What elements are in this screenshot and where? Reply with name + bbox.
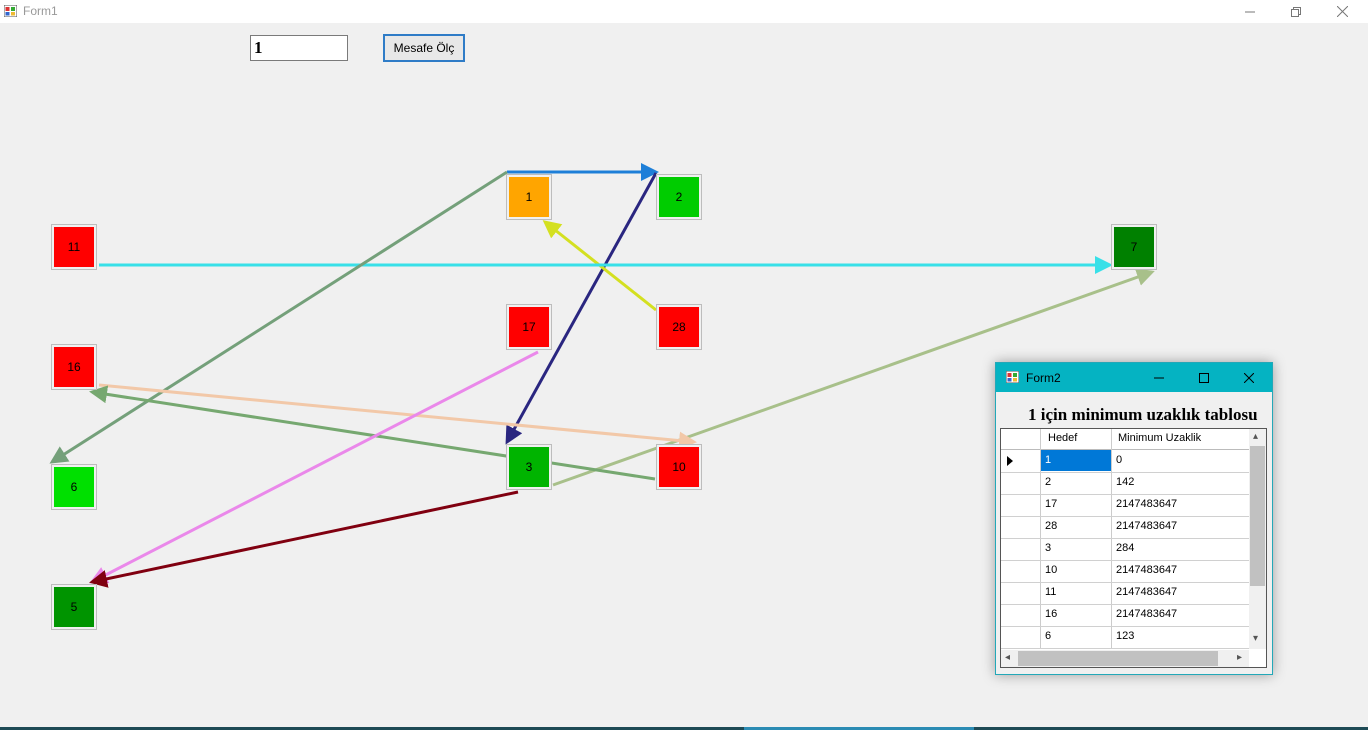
table-row[interactable]: 10 2147483647 [1001,560,1249,583]
node-5[interactable]: 5 [51,584,97,630]
close-icon [1244,372,1254,383]
node-1-face: 1 [509,177,549,217]
distance-table-caption: 1 için minimum uzaklık tablosu [1028,405,1258,424]
form2-title-bar: Form2 [996,363,1272,392]
form2-window: Form2 1 için minimum uzaklık tablosu Hed… [995,362,1273,675]
maximize-icon [1199,372,1209,383]
cell-target[interactable]: 28 [1041,516,1111,537]
horizontal-scroll-thumb[interactable] [1018,651,1218,666]
cell-distance[interactable]: 2147483647 [1112,516,1249,537]
scroll-left-icon[interactable]: ◂ [1005,652,1010,663]
table-row[interactable]: 6 123 [1001,626,1249,649]
cell-distance[interactable]: 0 [1112,450,1249,471]
node-28-face: 28 [659,307,699,347]
table-row[interactable]: 3 284 [1001,538,1249,561]
node-11[interactable]: 11 [51,224,97,270]
node-17[interactable]: 17 [506,304,552,350]
node-10[interactable]: 10 [656,444,702,490]
horizontal-scrollbar[interactable]: ◂ ▸ [1001,650,1249,667]
node-3[interactable]: 3 [506,444,552,490]
node-3-face: 3 [509,447,549,487]
cell-distance[interactable]: 284 [1112,538,1249,559]
cell-target[interactable]: 17 [1041,494,1111,515]
cell-target[interactable]: 2 [1041,472,1111,493]
node-11-face: 11 [54,227,94,267]
cell-target[interactable]: 6 [1041,626,1111,647]
node-7[interactable]: 7 [1111,224,1157,270]
cell-distance[interactable]: 2147483647 [1112,494,1249,515]
node-5-face: 5 [54,587,94,627]
cell-distance[interactable]: 2147483647 [1112,560,1249,581]
cell-distance[interactable]: 123 [1112,626,1249,647]
scroll-down-icon[interactable]: ▾ [1253,633,1258,644]
node-10-face: 10 [659,447,699,487]
cell-target[interactable]: 11 [1041,582,1111,603]
node-16-face: 16 [54,347,94,387]
node-6-face: 6 [54,467,94,507]
form2-minimize-button[interactable] [1137,363,1181,392]
node-2[interactable]: 2 [656,174,702,220]
table-row[interactable]: 28 2147483647 [1001,516,1249,539]
node-6[interactable]: 6 [51,464,97,510]
node-7-face: 7 [1114,227,1154,267]
edge-17-5 [89,350,539,584]
form2-app-icon [1006,371,1019,383]
column-header-distance[interactable]: Minimum Uzaklik [1118,432,1201,444]
current-row-arrow-icon [1007,456,1013,466]
table-row[interactable]: 2 142 [1001,472,1249,495]
cell-distance[interactable]: 2147483647 [1112,604,1249,625]
scroll-up-icon[interactable]: ▴ [1253,431,1258,442]
column-header-target[interactable]: Hedef [1048,432,1077,444]
form2-maximize-button[interactable] [1182,363,1226,392]
form2-title: Form2 [1026,371,1061,385]
node-16[interactable]: 16 [51,344,97,390]
vertical-scroll-thumb[interactable] [1250,446,1265,586]
grid-header: Hedef Minimum Uzaklik [1001,429,1249,450]
minimize-icon [1154,377,1164,378]
edge-16-10 [98,383,697,450]
node-28[interactable]: 28 [656,304,702,350]
node-17-face: 17 [509,307,549,347]
cell-distance[interactable]: 142 [1112,472,1249,493]
table-row[interactable]: 11 2147483647 [1001,582,1249,605]
table-row[interactable]: 1 0 [1001,450,1249,473]
edge-3-5 [89,490,519,588]
cell-target[interactable]: 1 [1041,450,1111,471]
vertical-scrollbar[interactable]: ▴ ▾ [1249,429,1266,649]
cell-target[interactable]: 10 [1041,560,1111,581]
distance-grid[interactable]: Hedef Minimum Uzaklik 1 0 2 142 17 21474… [1000,428,1267,668]
scroll-right-icon[interactable]: ▸ [1237,652,1242,663]
node-2-face: 2 [659,177,699,217]
node-1[interactable]: 1 [506,174,552,220]
cell-target[interactable]: 3 [1041,538,1111,559]
table-row[interactable]: 16 2147483647 [1001,604,1249,627]
cell-target[interactable]: 16 [1041,604,1111,625]
cell-distance[interactable]: 2147483647 [1112,582,1249,603]
table-row[interactable]: 17 2147483647 [1001,494,1249,517]
form2-close-button[interactable] [1227,363,1271,392]
